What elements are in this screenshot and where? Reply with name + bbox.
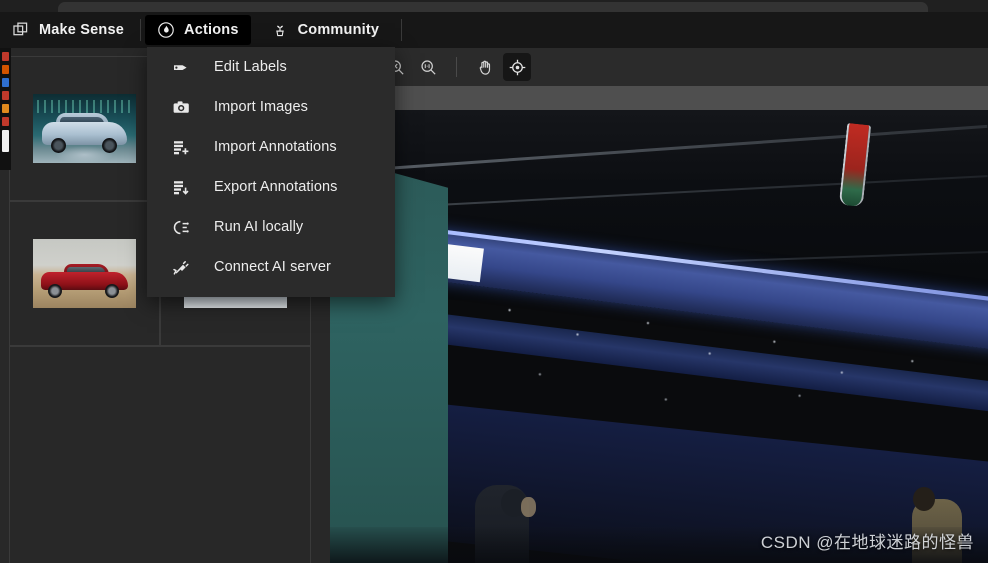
thumbnail-cell-empty[interactable] xyxy=(9,346,311,563)
thumbnail-image-silver-suv xyxy=(33,94,136,163)
hand-icon xyxy=(476,58,495,77)
menu-item-label: Edit Labels xyxy=(214,59,287,75)
crosshair-target-icon xyxy=(508,58,527,77)
collapsed-labels-panel[interactable] xyxy=(0,48,11,170)
tag-icon xyxy=(171,57,192,78)
label-swatch-7 xyxy=(2,130,9,152)
menu-item-label: Export Annotations xyxy=(214,179,338,195)
menu-item-label: Connect AI server xyxy=(214,259,331,275)
list-download-icon xyxy=(171,177,192,198)
magnifier-one-to-one-icon xyxy=(419,58,438,77)
toolbar-divider xyxy=(456,57,457,77)
thumbnail-cell-3[interactable] xyxy=(9,201,160,346)
thumbnail-red-sports-car[interactable] xyxy=(33,239,136,308)
top-navigation-bar: Make Sense Actions Community xyxy=(0,12,988,48)
camera-icon xyxy=(171,97,192,118)
center-target-button[interactable] xyxy=(503,53,531,81)
nav-actions-button[interactable]: Actions xyxy=(145,15,251,45)
plug-icon xyxy=(171,257,192,278)
flame-icon xyxy=(157,21,175,39)
app-brand-label: Make Sense xyxy=(39,22,125,38)
label-swatch-3 xyxy=(2,78,9,87)
nav-divider-1 xyxy=(140,19,142,41)
nav-actions-label: Actions xyxy=(184,22,239,38)
menu-item-label: Import Images xyxy=(214,99,308,115)
canvas-toolbar xyxy=(330,48,988,86)
app-root: Make Sense Actions Community CSDN @在地球迷路… xyxy=(0,0,988,563)
label-swatch-5 xyxy=(2,104,9,113)
menu-item-connect-ai-server[interactable]: Connect AI server xyxy=(147,247,395,287)
menu-item-edit-labels[interactable]: Edit Labels xyxy=(147,47,395,87)
canvas-photo-auto-show xyxy=(330,110,988,563)
nav-divider-2 xyxy=(401,19,403,41)
menu-item-label: Import Annotations xyxy=(214,139,337,155)
menu-item-label: Run AI locally xyxy=(214,219,304,235)
menu-item-import-annotations[interactable]: Import Annotations xyxy=(147,127,395,167)
label-swatch-6 xyxy=(2,117,9,126)
label-swatch-2 xyxy=(2,65,9,74)
browser-chrome-strip xyxy=(0,0,988,12)
overlapping-squares-logo-icon xyxy=(12,21,30,39)
menu-item-import-images[interactable]: Import Images xyxy=(147,87,395,127)
menu-item-run-ai-locally[interactable]: Run AI locally xyxy=(147,207,395,247)
nav-community-label: Community xyxy=(297,22,380,38)
thumbnail-image-red-sports-car xyxy=(33,239,136,308)
app-brand[interactable]: Make Sense xyxy=(0,12,140,48)
label-swatch-1 xyxy=(2,52,9,61)
list-plus-icon xyxy=(171,137,192,158)
thumbnail-cell-1[interactable] xyxy=(9,56,160,201)
image-canvas[interactable]: CSDN @在地球迷路的怪兽 xyxy=(330,86,988,563)
label-swatch-4 xyxy=(2,91,9,100)
pan-hand-button[interactable] xyxy=(471,53,499,81)
csdn-watermark: CSDN @在地球迷路的怪兽 xyxy=(760,533,974,552)
thumbnail-silver-suv[interactable] xyxy=(33,94,136,163)
actions-dropdown-menu: Edit Labels Import Images Import Annotat… xyxy=(147,47,395,297)
zoom-actual-size-button[interactable] xyxy=(414,53,442,81)
browser-tab[interactable] xyxy=(58,2,928,12)
potted-plant-icon xyxy=(271,21,289,39)
menu-item-export-annotations[interactable]: Export Annotations xyxy=(147,167,395,207)
ai-chip-icon xyxy=(171,217,192,238)
nav-community-button[interactable]: Community xyxy=(259,15,392,45)
